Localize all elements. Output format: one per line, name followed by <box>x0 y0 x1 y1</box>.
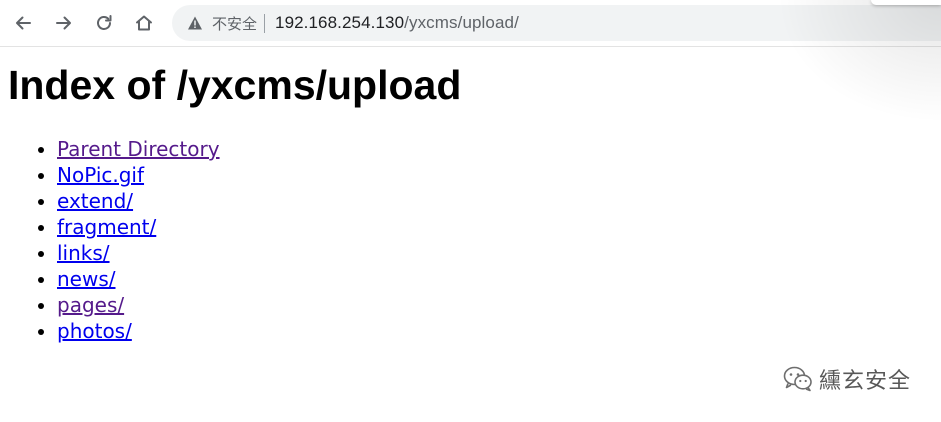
address-bar[interactable]: 不安全 192.168.254.130/yxcms/upload/ <box>172 5 941 41</box>
list-item: photos/ <box>57 318 220 344</box>
home-icon <box>136 15 152 31</box>
file-link-nopic-gif[interactable]: NoPic.gif <box>57 163 144 187</box>
list-item: pages/ <box>57 292 220 318</box>
forward-button[interactable] <box>49 8 79 38</box>
list-item: NoPic.gif <box>57 162 220 188</box>
arrow-right-icon <box>56 16 71 30</box>
wechat-icon <box>783 366 812 392</box>
overlapping-window-edge <box>871 0 941 5</box>
url-text[interactable]: 192.168.254.130/yxcms/upload/ <box>275 13 519 33</box>
list-item: extend/ <box>57 188 220 214</box>
address-separator <box>264 13 266 33</box>
folder-link-news[interactable]: news/ <box>57 267 116 291</box>
home-button[interactable] <box>129 8 159 38</box>
browser-toolbar: 不安全 192.168.254.130/yxcms/upload/ <box>0 0 941 120</box>
list-item: news/ <box>57 266 220 292</box>
warning-triangle-icon[interactable] <box>186 14 204 32</box>
reload-icon <box>97 15 112 30</box>
watermark-text: 纁玄安全 <box>819 369 912 394</box>
arrow-left-icon <box>16 16 31 30</box>
reload-button[interactable] <box>89 8 119 38</box>
folder-link-pages[interactable]: pages/ <box>57 293 124 317</box>
folder-link-links[interactable]: links/ <box>57 241 110 265</box>
back-button[interactable] <box>8 8 38 38</box>
watermark: 纁玄安全 <box>783 363 911 395</box>
directory-listing: Parent Directory NoPic.gif extend/ fragm… <box>17 136 220 344</box>
folder-link-photos[interactable]: photos/ <box>57 319 132 343</box>
list-item: fragment/ <box>57 214 220 240</box>
list-item: links/ <box>57 240 220 266</box>
folder-link-extend[interactable]: extend/ <box>57 189 133 213</box>
url-path: /yxcms/upload/ <box>404 13 519 32</box>
list-item: Parent Directory <box>57 136 220 162</box>
security-label[interactable]: 不安全 <box>212 13 257 34</box>
page-content: Index of /yxcms/upload Parent Directory … <box>0 47 941 422</box>
parent-directory-link[interactable]: Parent Directory <box>57 137 220 161</box>
url-host: 192.168.254.130 <box>275 13 405 32</box>
page-title: Index of /yxcms/upload <box>8 62 462 108</box>
folder-link-fragment[interactable]: fragment/ <box>57 215 156 239</box>
